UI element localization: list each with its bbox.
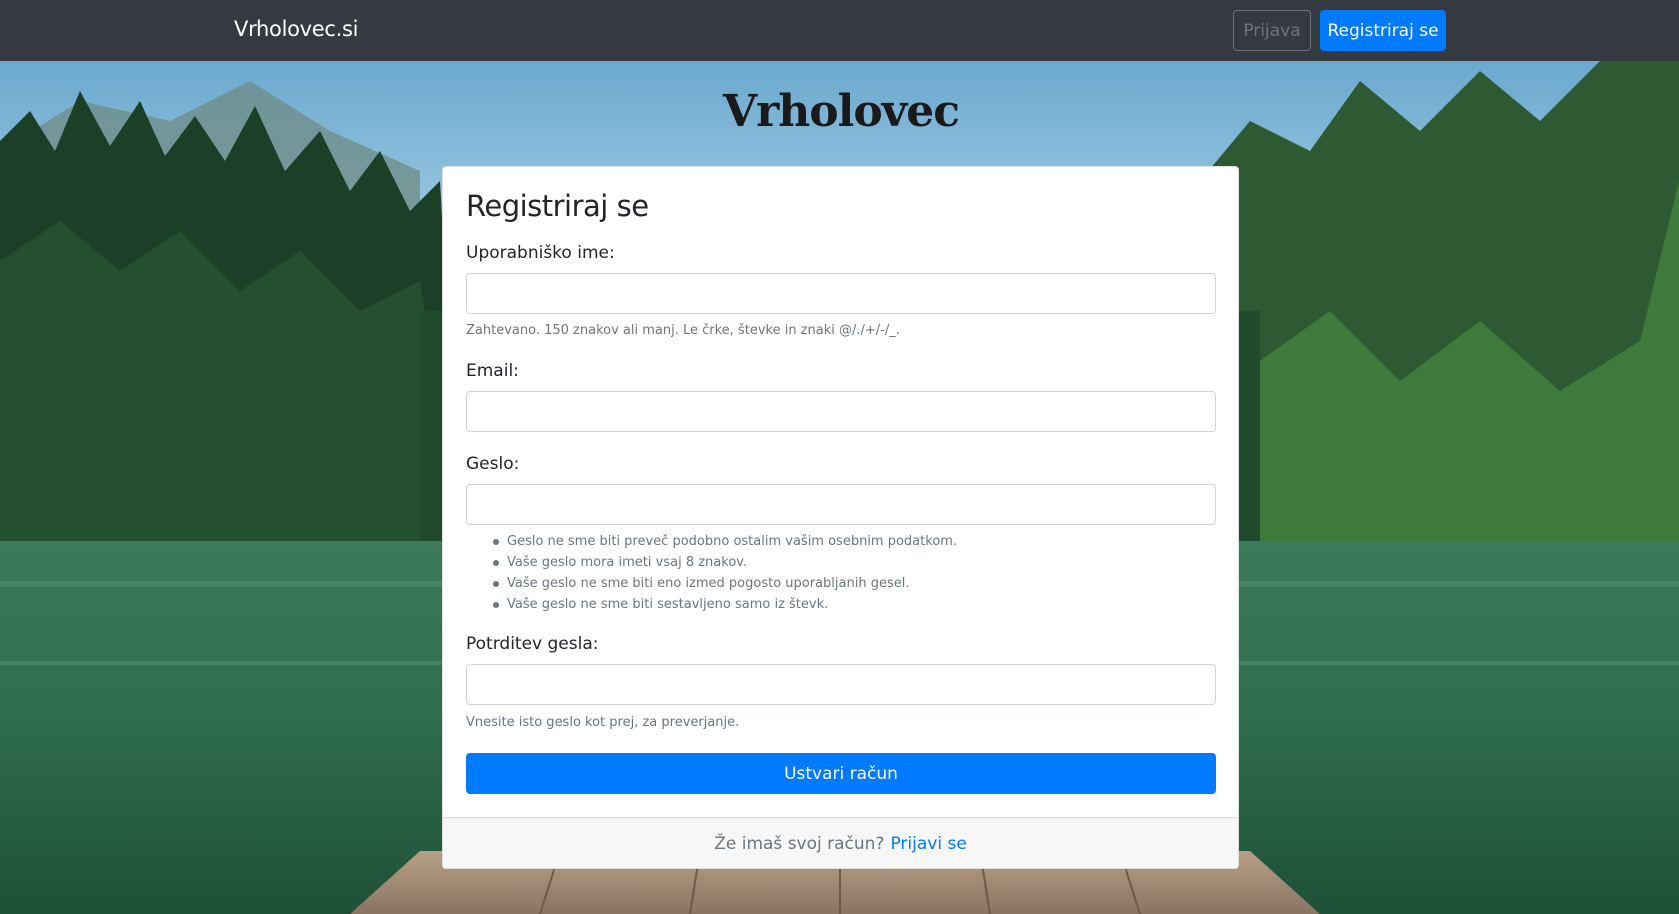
registration-form: Registriraj se Uporabniško ime: Zahtevan… — [443, 167, 1238, 817]
password-rule: Vaše geslo ne sme biti eno izmed pogosto… — [493, 573, 957, 594]
password-rule-text: Vaše geslo ne sme biti sestavljeno samo … — [507, 597, 829, 612]
password-rule: Vaše geslo ne sme biti sestavljeno samo … — [493, 594, 957, 615]
email-label: Email: — [466, 361, 519, 381]
bullet-icon — [493, 560, 499, 566]
login-link[interactable]: Prijavi se — [890, 834, 966, 854]
password-rule: Geslo ne sme biti preveč podobno ostalim… — [493, 531, 957, 552]
email-input[interactable] — [466, 391, 1216, 432]
password-input[interactable] — [466, 484, 1216, 525]
registration-card: Registriraj se Uporabniško ime: Zahtevan… — [442, 166, 1239, 869]
footer-question: Že imaš svoj račun? — [714, 834, 885, 854]
bullet-icon — [493, 602, 499, 608]
password-rule-text: Vaše geslo ne sme biti eno izmed pogosto… — [507, 576, 910, 591]
password-confirm-input[interactable] — [466, 664, 1216, 705]
username-label: Uporabniško ime: — [466, 243, 615, 263]
login-button[interactable]: Prijava — [1233, 10, 1311, 51]
password-rule-text: Vaše geslo mora imeti vsaj 8 znakov. — [507, 555, 748, 570]
password-rule-text: Geslo ne sme biti preveč podobno ostalim… — [507, 534, 958, 549]
page: Vrholovec.si Prijava Registriraj se Vrho… — [0, 0, 1679, 914]
bullet-icon — [493, 581, 499, 587]
top-navbar: Vrholovec.si Prijava Registriraj se — [0, 0, 1679, 61]
site-logo: Vrholovec — [722, 86, 960, 137]
username-input[interactable] — [466, 273, 1216, 314]
password-rule: Vaše geslo mora imeti vsaj 8 znakov. — [493, 552, 957, 573]
navbar-brand[interactable]: Vrholovec.si — [234, 17, 359, 41]
password-label: Geslo: — [466, 454, 520, 474]
card-footer: Že imaš svoj račun? Prijavi se — [443, 817, 1238, 868]
bullet-icon — [493, 539, 499, 545]
register-button[interactable]: Registriraj se — [1320, 10, 1446, 51]
form-title: Registriraj se — [466, 189, 649, 223]
password-rules-list: Geslo ne sme biti preveč podobno ostalim… — [493, 531, 957, 615]
password-confirm-label: Potrditev gesla: — [466, 634, 599, 654]
username-help-text: Zahtevano. 150 znakov ali manj. Le črke,… — [466, 323, 900, 338]
create-account-button[interactable]: Ustvari račun — [466, 753, 1216, 794]
password-confirm-help-text: Vnesite isto geslo kot prej, za preverja… — [466, 715, 740, 730]
